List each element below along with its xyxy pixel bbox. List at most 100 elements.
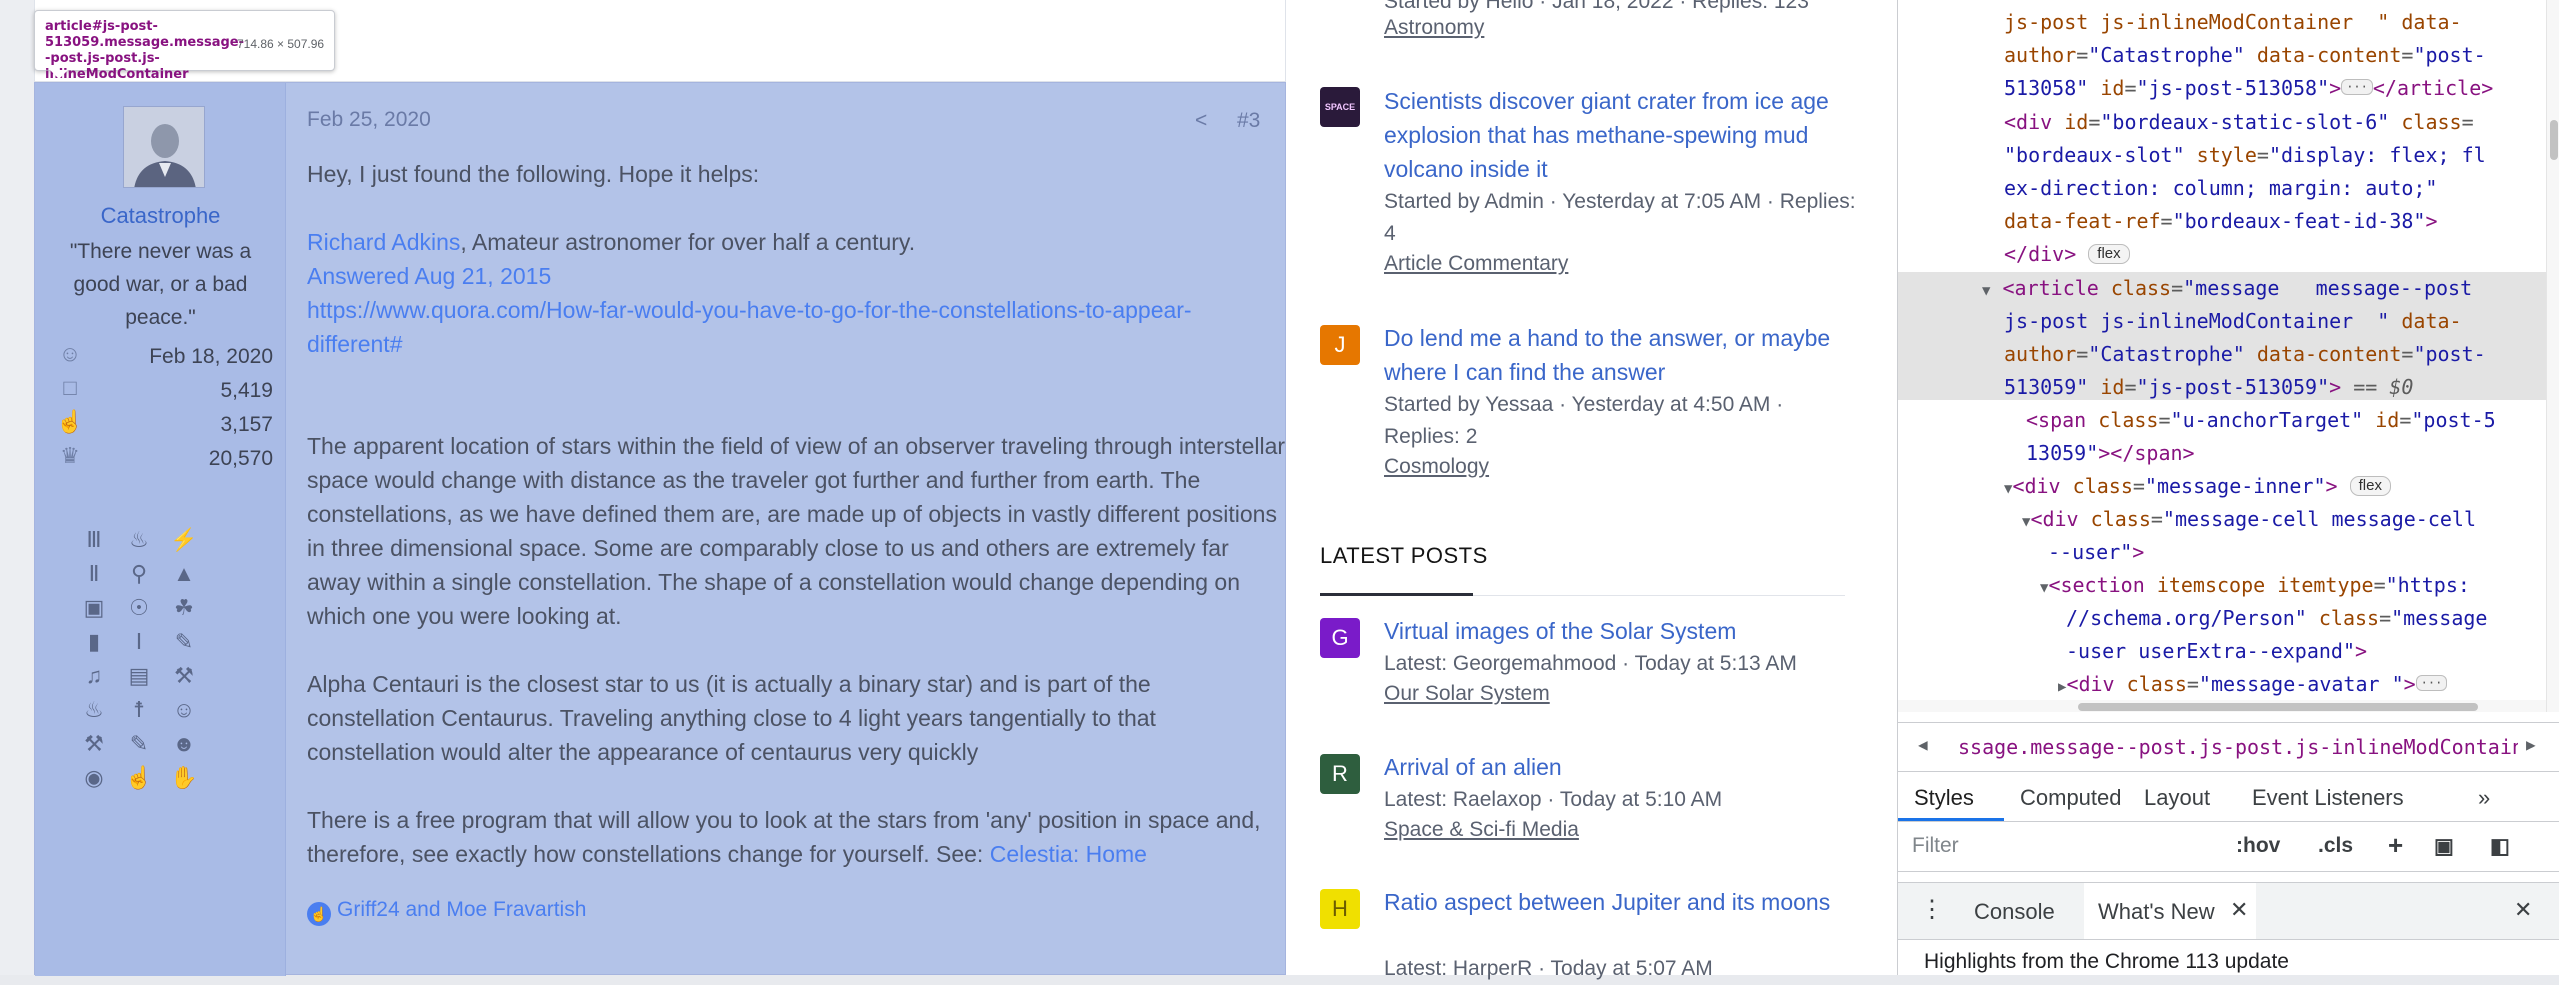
eye-icon[interactable]: ◉	[77, 761, 111, 795]
dom-node[interactable]: ▼<div class="message-cell message-cell	[2022, 503, 2476, 539]
post-number[interactable]: #3	[1237, 109, 1260, 133]
close-tab-icon[interactable]: ✕	[2230, 897, 2248, 923]
dom-node-selected[interactable]: ▼ <article class="message message--post	[1982, 272, 2472, 308]
frame-icon[interactable]: ▣	[77, 591, 111, 625]
dom-node-selected[interactable]: js-post js-inlineModContainer " data-	[2004, 305, 2462, 338]
celestia-link[interactable]: Celestia: Home	[990, 841, 1147, 867]
latest-avatar[interactable]: R	[1320, 754, 1360, 794]
post-date[interactable]: Feb 25, 2020	[307, 108, 431, 132]
dom-node[interactable]: js-post js-inlineModContainer " data-	[2004, 6, 2462, 39]
hammer-icon[interactable]: ⚒	[77, 727, 111, 761]
pillar-icon[interactable]: Ⅱ	[77, 557, 111, 591]
flex-badge[interactable]: flex	[2088, 244, 2130, 264]
dom-node[interactable]: </div> flex	[2004, 238, 2130, 271]
dom-node[interactable]: ▶<div class="message-avatar "> ···	[2058, 668, 2448, 704]
latest-forum-link[interactable]: Our Solar System	[1384, 682, 1550, 706]
thread-forum-link[interactable]: Article Commentary	[1384, 252, 1568, 276]
scroll-icon[interactable]: ✎	[167, 625, 201, 659]
smile-alt-icon[interactable]: ☻	[167, 727, 201, 761]
close-drawer-icon[interactable]: ✕	[2514, 897, 2532, 923]
thread-forum-link[interactable]: Astronomy	[1384, 16, 1484, 40]
thread-avatar[interactable]: SPACE	[1320, 87, 1360, 127]
dom-node[interactable]: ▼<section itemscope itemtype="https:	[2040, 569, 2470, 605]
dom-node[interactable]: "bordeaux-slot" style="display: flex; fl	[2004, 139, 2486, 172]
new-style-rule-icon[interactable]: +	[2388, 830, 2403, 861]
tab-computed[interactable]: Computed	[2020, 785, 2122, 811]
source-url-link[interactable]: https://www.quora.com/How-far-would-you-…	[307, 293, 1207, 361]
thread-title[interactable]: Do lend me a hand to the answer, or mayb…	[1384, 321, 1864, 389]
breadcrumb-text[interactable]: ssage.message--post.js-post.js-inlineMod…	[1958, 735, 2518, 759]
vertical-scrollbar[interactable]	[2546, 0, 2559, 712]
dom-node[interactable]: ▼<div class="message-inner"> flex	[2004, 470, 2391, 506]
horizontal-scrollbar[interactable]	[1898, 700, 2546, 712]
anvil-icon[interactable]: ⚒	[167, 659, 201, 693]
hov-button[interactable]: :hov	[2236, 834, 2280, 858]
ufo-icon[interactable]: ☉	[122, 591, 156, 625]
flex-badge[interactable]: flex	[2349, 476, 2391, 496]
lamp-icon[interactable]: ♨	[122, 523, 156, 557]
drawer-menu-icon[interactable]: ⋮	[1920, 895, 1944, 924]
latest-title[interactable]: Arrival of an alien	[1384, 750, 1864, 784]
bars-icon[interactable]: ▮	[77, 625, 111, 659]
share-icon[interactable]: <	[1195, 109, 1207, 133]
scroll-thumb[interactable]	[2550, 120, 2558, 160]
dom-node[interactable]: //schema.org/Person" class="message	[2066, 602, 2487, 635]
cls-button[interactable]: .cls	[2318, 834, 2353, 858]
drawer-tab-console[interactable]: Console	[1974, 899, 2055, 925]
dom-node[interactable]: 513058" id="js-post-513058"> ··· </article…	[2004, 72, 2493, 105]
answered-date-link[interactable]: Answered Aug 21, 2015	[307, 259, 1267, 293]
tab-event-listeners[interactable]: Event Listeners	[2252, 785, 2404, 811]
elements-tree[interactable]: js-post js-inlineModContainer " data- au…	[1898, 0, 2546, 712]
hand-icon[interactable]: ✋	[167, 761, 201, 795]
more-tabs-icon[interactable]: »	[2478, 785, 2490, 811]
username[interactable]: Catastrophe	[35, 203, 286, 229]
thread-title[interactable]: Scientists discover giant crater from ic…	[1384, 84, 1864, 186]
styles-filter-input[interactable]: Filter	[1912, 834, 1959, 858]
drawer-tab-whats-new[interactable]: What's New	[2098, 899, 2215, 925]
latest-title[interactable]: Ratio aspect between Jupiter and its moo…	[1384, 885, 1864, 919]
latest-avatar[interactable]: G	[1320, 618, 1360, 658]
expand-triangle-icon[interactable]: ▼	[1982, 283, 1990, 299]
bolt-icon[interactable]: ⚡	[167, 523, 201, 557]
latest-title[interactable]: Virtual images of the Solar System	[1384, 614, 1864, 648]
computed-styles-icon[interactable]: ▣	[2434, 834, 2454, 859]
dom-node-selected[interactable]: author="Catastrophe" data-content="post-	[2004, 338, 2486, 371]
horn-icon[interactable]: ♫	[77, 659, 111, 693]
thread-avatar[interactable]: J	[1320, 325, 1360, 365]
dom-node[interactable]: data-feat-ref="bordeaux-feat-id-38">	[2004, 205, 2438, 238]
chat-plus-icon[interactable]: ✎	[122, 727, 156, 761]
dom-node-selected[interactable]: 513059" id="js-post-513059"> == $0	[2004, 371, 2413, 404]
candle-icon[interactable]: ☨	[122, 693, 156, 727]
telescope-icon[interactable]: ⚲	[122, 557, 156, 591]
ellipsis-icon[interactable]: ···	[2415, 675, 2448, 691]
column-single-icon[interactable]: Ⅰ	[122, 625, 156, 659]
reaction-users[interactable]: Griff24 and Moe Fravartish	[337, 898, 586, 921]
tab-styles[interactable]: Styles	[1914, 785, 1974, 811]
thread-forum-link[interactable]: Cosmology	[1384, 455, 1489, 479]
ellipsis-icon[interactable]: ···	[2341, 79, 2373, 95]
reactions-bar[interactable]: ☝ Griff24 and Moe Fravartish	[307, 898, 586, 926]
dom-node[interactable]: <div id="bordeaux-static-slot-6" class=	[2004, 106, 2474, 139]
flame-icon[interactable]: ♨	[77, 693, 111, 727]
latest-avatar[interactable]: H	[1320, 889, 1360, 929]
latest-forum-link[interactable]: Space & Sci-fi Media	[1384, 818, 1579, 842]
dom-breadcrumb[interactable]: ◀ ssage.message--post.js-post.js-inlineM…	[1898, 722, 2559, 772]
dom-node[interactable]: -user userExtra--expand">	[2066, 635, 2367, 668]
toggle-sidebar-icon[interactable]: ◧	[2490, 834, 2510, 859]
leaf-icon[interactable]: ☘	[167, 591, 201, 625]
thumb-icon[interactable]: ☝	[122, 761, 156, 795]
quote-author-link[interactable]: Richard Adkins	[307, 229, 460, 255]
pyramid-icon[interactable]: ▲	[167, 557, 201, 591]
dom-node[interactable]: 13059"></span>	[2026, 437, 2195, 470]
dom-node[interactable]: ex-direction: column; margin: auto;"	[2004, 172, 2437, 205]
breadcrumb-left-arrow-icon[interactable]: ◀	[1918, 735, 1928, 754]
dom-node[interactable]: author="Catastrophe" data-content="post-	[2004, 39, 2486, 72]
tab-layout[interactable]: Layout	[2144, 785, 2210, 811]
column-icon[interactable]: Ⅲ	[77, 523, 111, 557]
breadcrumb-right-arrow-icon[interactable]: ▶	[2526, 735, 2536, 754]
smile-icon[interactable]: ☺	[167, 693, 201, 727]
avatar[interactable]	[123, 106, 205, 188]
dom-node[interactable]: <span class="u-anchorTarget" id="post-5	[2026, 404, 2496, 437]
scroll-thumb[interactable]	[2078, 703, 2478, 711]
book-icon[interactable]: ▤	[122, 659, 156, 693]
